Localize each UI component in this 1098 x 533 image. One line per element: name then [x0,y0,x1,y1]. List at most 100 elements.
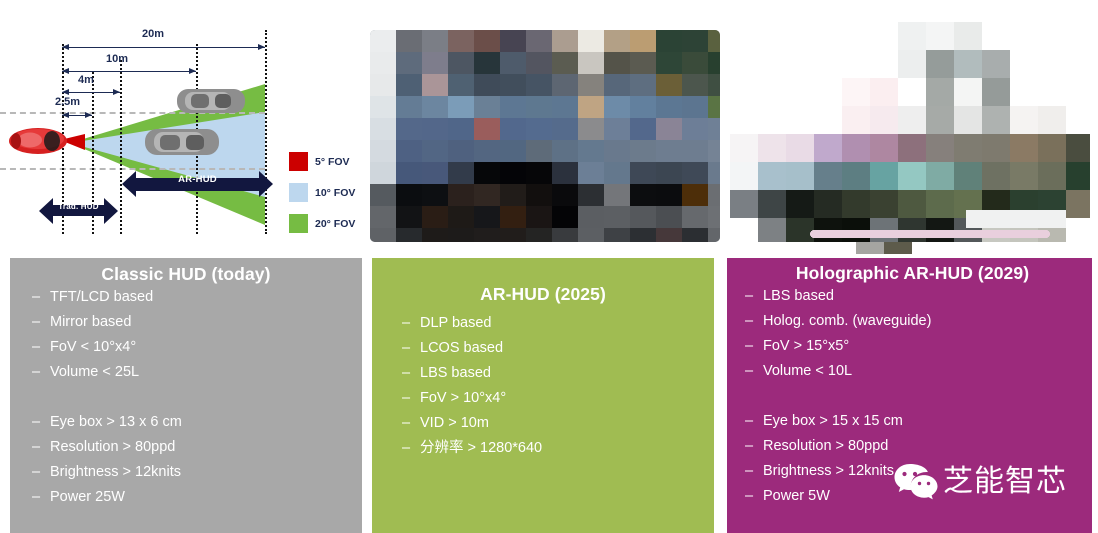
tick-line-20m [265,30,267,234]
trad-hud-range-arrow: Trad. HUD [39,198,118,224]
lane-marker-bottom [0,168,265,170]
list-item-text: Brightness > 12knits [763,463,894,480]
tick-line-4m [120,60,122,234]
dimension-label-10m: 10m [106,53,129,65]
list-item: – Power 5W [745,484,1092,509]
ego-car [9,128,67,154]
bullet-dash: – [745,438,754,455]
list-item-text: Volume < 25L [50,364,140,381]
bullet-dash: – [32,364,41,381]
list-item-text: Volume < 10L [763,363,853,380]
bullet-dash: – [32,464,41,481]
list-item: – Resolution > 80ppd [745,434,1092,459]
trad-hud-arrow-label: Trad. HUD [58,202,99,211]
list-item: – Volume < 25L [32,360,362,385]
bullet-dash: – [402,365,411,382]
list-item-text: Power 5W [763,488,830,505]
bullet-dash: – [402,390,411,407]
list-item: – Holog. comb. (waveguide) [745,309,1092,334]
bullet-dash: – [402,315,411,332]
panel-ar-list: – DLP based – LCOS based – LBS based – FoV >… [372,311,714,461]
list-item: – Brightness > 12knits [32,460,362,485]
bullet-dash: – [402,440,411,457]
legend-swatch-10deg [289,183,308,202]
list-item: – TFT/LCD based [32,285,362,310]
panel-holo-list: – LBS based – Holog. comb. (waveguide) – Fo… [727,284,1092,509]
list-item-text: LBS based [763,288,834,305]
legend-swatch-5deg [289,152,308,171]
fov-legend: 5° FOV 10° FOV 20° FOV [289,146,367,239]
list-item-text: TFT/LCD based [50,289,154,306]
mosaic-pixels-2 [730,22,1090,254]
panel-classic-title: Classic HUD (today) [101,264,271,284]
legend-label-20deg: 20° FOV [315,217,356,230]
bullet-dash: – [402,415,411,432]
bullet-dash: – [32,339,41,356]
list-item-text: 分辨率 > 1280*640 [420,440,543,457]
bullet-dash: – [32,289,41,306]
list-item-text: VID > 10m [420,415,489,432]
list-item: – Volume < 10L [745,359,1092,384]
bullet-dash: – [745,363,754,380]
dimension-line-10m [62,68,196,74]
list-item-text: FoV > 10°x4° [420,390,507,407]
dimension-label-2_5m: 2.5m [55,96,81,108]
list-item: – Mirror based [32,310,362,335]
ar-hud-arrow-label: AR-HUD [178,174,217,185]
list-item-text: Eye box > 15 x 15 cm [763,413,903,430]
bullet-dash: – [745,463,754,480]
list-item-text: LCOS based [420,340,504,357]
list-item-text: Eye box > 13 x 6 cm [50,414,182,431]
bullet-dash: – [745,313,754,330]
list-item: – FoV < 10°x4° [32,335,362,360]
target-car-far [177,89,245,113]
list-item: – Eye box > 15 x 15 cm [745,409,1092,434]
list-item: – FoV > 10°x4° [402,386,714,411]
list-item: – Resolution > 80ppd [32,435,362,460]
target-car-near [145,129,219,155]
bullet-dash: – [745,338,754,355]
ar-hud-range-arrow: AR-HUD [122,171,273,197]
list-item: – 分辨率 > 1280*640 [402,436,714,461]
list-item-text: FoV > 15°x5° [763,338,850,355]
bullet-dash: – [32,414,41,431]
dimension-label-20m: 20m [142,28,165,40]
list-item-text: LBS based [420,365,491,382]
legend-swatch-20deg [289,214,308,233]
list-spacer [745,384,1092,409]
holographic-hud-device-photo [730,22,1090,254]
list-item: – LBS based [402,361,714,386]
list-item-text: Holog. comb. (waveguide) [763,313,932,330]
list-spacer [32,385,362,410]
bullet-dash: – [745,488,754,505]
panel-holographic-ar-hud: Holographic AR-HUD (2029) – LBS based – Ho… [727,258,1092,533]
dimension-label-4m: 4m [78,74,94,86]
list-item-text: Resolution > 80ppd [50,439,176,456]
dimension-line-4m [62,89,120,95]
list-item: – DLP based [402,311,714,336]
list-item: – LCOS based [402,336,714,361]
list-item-text: Power 25W [50,489,125,506]
list-item-text: FoV < 10°x4° [50,339,137,356]
list-item: – Brightness > 12knits [745,459,1092,484]
list-item-text: Mirror based [50,314,132,331]
list-item-text: Resolution > 80ppd [763,438,889,455]
legend-label-5deg: 5° FOV [315,155,350,168]
list-item: – LBS based [745,284,1092,309]
list-item: – Power 25W [32,485,362,510]
panel-classic-list: – TFT/LCD based – Mirror based – FoV < 10°x… [10,285,362,510]
dimension-line-20m [62,44,265,50]
bullet-dash: – [32,489,41,506]
bullet-dash: – [32,314,41,331]
legend-label-10deg: 10° FOV [315,186,356,199]
legend-item-10deg: 10° FOV [289,177,367,208]
bullet-dash: – [745,413,754,430]
list-item-text: Brightness > 12knits [50,464,181,481]
bullet-dash: – [32,439,41,456]
legend-item-5deg: 5° FOV [289,146,367,177]
panel-ar-title: AR-HUD (2025) [480,284,606,304]
bullet-dash: – [402,340,411,357]
legend-item-20deg: 20° FOV [289,208,367,239]
dimension-line-2_5m [62,112,92,118]
panel-ar-hud: AR-HUD (2025) – DLP based – LCOS based – LB… [372,258,714,533]
